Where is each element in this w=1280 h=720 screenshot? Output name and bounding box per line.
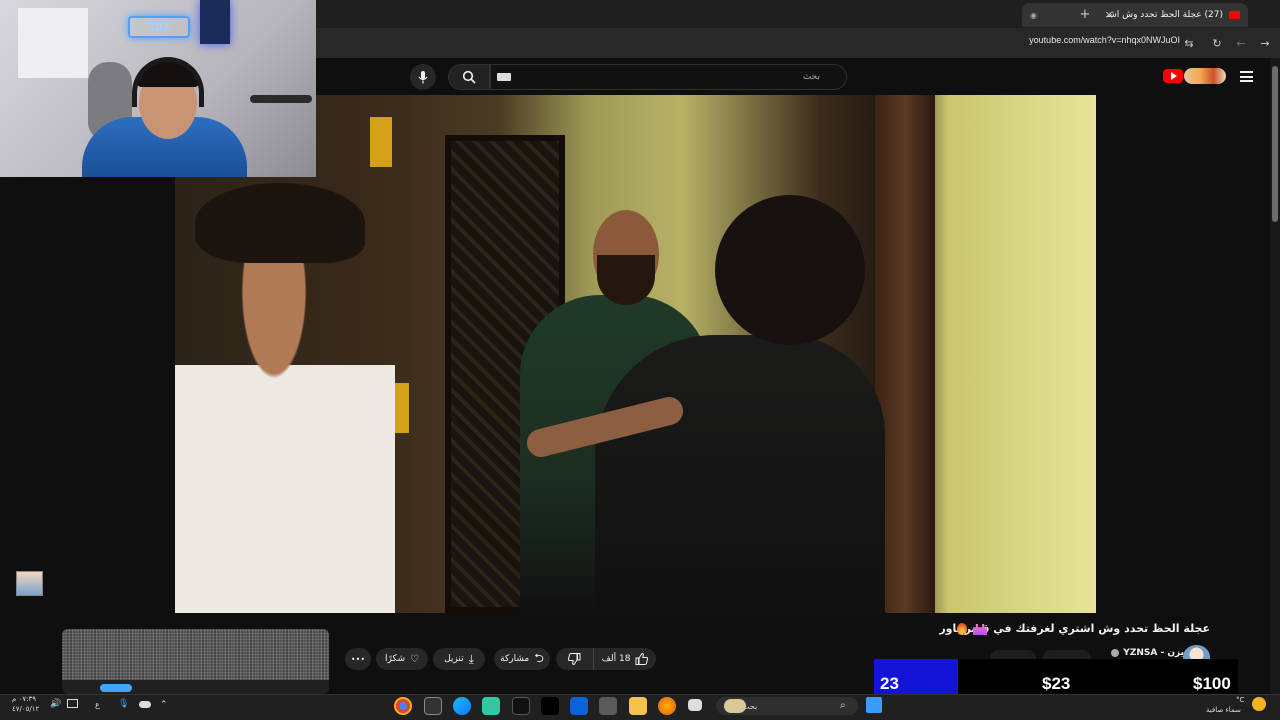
note-taskbar-icon[interactable] xyxy=(688,699,702,711)
share-label: مشاركة xyxy=(500,654,530,664)
windows-start-icon[interactable] xyxy=(866,697,882,713)
youtube-favicon-icon xyxy=(1229,11,1240,19)
scrollbar-thumb[interactable] xyxy=(1272,66,1278,222)
browser-tab-active[interactable]: (27) عجلة الحظ تحدد وش اشـ ◉ xyxy=(1022,3,1248,27)
like-dislike-group: 18 ألف xyxy=(556,648,656,670)
voice-search-button[interactable] xyxy=(410,64,436,90)
channel-name[interactable]: يزن - YZNSA xyxy=(1111,648,1184,658)
clock-date[interactable]: ٤٧/٠٥/١٢ xyxy=(12,705,39,713)
menu-hamburger-icon[interactable] xyxy=(1240,71,1253,82)
obs-taskbar-icon[interactable] xyxy=(658,697,676,715)
thanks-label: شكرًا xyxy=(385,654,405,664)
door-hinge-top xyxy=(370,117,392,167)
webcam-led-speaker xyxy=(200,0,230,44)
store-taskbar-icon[interactable] xyxy=(599,697,617,715)
capcut-taskbar-icon[interactable] xyxy=(512,697,530,715)
new-tab-button[interactable]: + xyxy=(1076,5,1094,23)
tiktok-taskbar-icon[interactable] xyxy=(541,697,559,715)
person-black-shirt xyxy=(595,335,885,613)
search-button[interactable] xyxy=(448,64,490,90)
streamer xyxy=(82,55,247,177)
tab-audio-icon[interactable]: ◉ xyxy=(1030,11,1037,20)
back-arrow-icon[interactable]: → xyxy=(1256,34,1274,52)
dislike-button[interactable] xyxy=(556,648,594,670)
close-tab-icon[interactable]: × xyxy=(1100,5,1118,23)
microphone-tray-icon[interactable]: 🎙 xyxy=(118,699,129,709)
volume-icon[interactable]: 🔊 xyxy=(50,699,61,709)
thanks-heart-icon: ♡ xyxy=(410,653,419,665)
url-field[interactable]: youtube.com/watch?v=nhqx0NWJuOI xyxy=(1029,35,1180,45)
more-actions-button[interactable]: ••• xyxy=(345,648,371,670)
channel-name-text: يزن - YZNSA xyxy=(1123,648,1184,658)
like-count: 18 ألف xyxy=(601,654,631,664)
taskbar-search-icon: ⌕ xyxy=(840,700,846,711)
search-icon xyxy=(462,70,476,84)
clock-time[interactable]: ٠٧:٣٩ م xyxy=(12,695,36,703)
search-input[interactable]: بحث xyxy=(490,64,847,90)
fire-emoji-icon xyxy=(957,623,967,635)
thanks-button[interactable]: ♡ شكرًا xyxy=(376,648,428,670)
webcam-wall-poster xyxy=(18,8,88,78)
person-black-hair xyxy=(715,195,865,345)
chat-action-pill[interactable] xyxy=(100,684,132,692)
person-white-hair xyxy=(195,183,365,263)
chrome-taskbar-icon[interactable] xyxy=(394,697,412,715)
edge-taskbar-icon[interactable] xyxy=(453,697,471,715)
donation-amount-goal: $100 xyxy=(1193,674,1231,693)
weather-description: سماء صافية xyxy=(1206,706,1241,714)
site-settings-icon[interactable]: ⇆ xyxy=(1180,34,1198,52)
app-taskbar-icon[interactable] xyxy=(424,697,442,715)
search-highlight-icon[interactable] xyxy=(724,699,746,713)
share-button[interactable]: ⮌ مشاركة xyxy=(494,648,550,670)
tab-title: (27) عجلة الحظ تحدد وش اشـ xyxy=(1106,10,1223,20)
weather-temp: °C xyxy=(1236,696,1245,704)
headset-icon xyxy=(132,57,204,107)
like-button[interactable]: 18 ألف xyxy=(594,648,656,670)
streamer-webcam: XDX xyxy=(0,0,316,177)
youtube-logo-icon[interactable] xyxy=(1163,69,1183,83)
keyboard-icon[interactable] xyxy=(497,73,511,81)
chat-app-taskbar-icon[interactable] xyxy=(482,697,500,715)
tray-overflow-chevron-icon[interactable]: ⌃ xyxy=(160,700,168,710)
weather-moon-icon[interactable] xyxy=(1252,697,1266,711)
neon-sign: XDX xyxy=(128,16,190,38)
download-label: تنزيل xyxy=(444,654,464,664)
onedrive-cloud-icon[interactable] xyxy=(139,701,151,708)
forward-arrow-icon[interactable]: ← xyxy=(1232,34,1250,52)
network-monitor-icon[interactable] xyxy=(67,699,78,708)
share-arrow-icon: ⮌ xyxy=(534,650,544,665)
side-avatar[interactable] xyxy=(16,571,43,596)
download-icon: ⤓ xyxy=(468,651,474,666)
thumbs-down-icon xyxy=(568,653,581,665)
thumbs-up-icon xyxy=(635,653,649,665)
download-button[interactable]: ⤓ تنزيل xyxy=(433,648,485,670)
keyboard-language[interactable]: ع xyxy=(95,700,100,709)
reload-icon[interactable]: ↻ xyxy=(1208,34,1226,52)
file-explorer-taskbar-icon[interactable] xyxy=(629,697,647,715)
outlook-taskbar-icon[interactable] xyxy=(570,697,588,715)
verified-badge-icon xyxy=(1111,649,1120,657)
donation-amount-current: $23 xyxy=(1042,674,1071,693)
microphone-arm xyxy=(250,95,312,103)
microphone-icon xyxy=(418,70,428,83)
search-placeholder: بحث xyxy=(802,72,820,82)
youtube-doodle-logo[interactable] xyxy=(1184,68,1226,84)
